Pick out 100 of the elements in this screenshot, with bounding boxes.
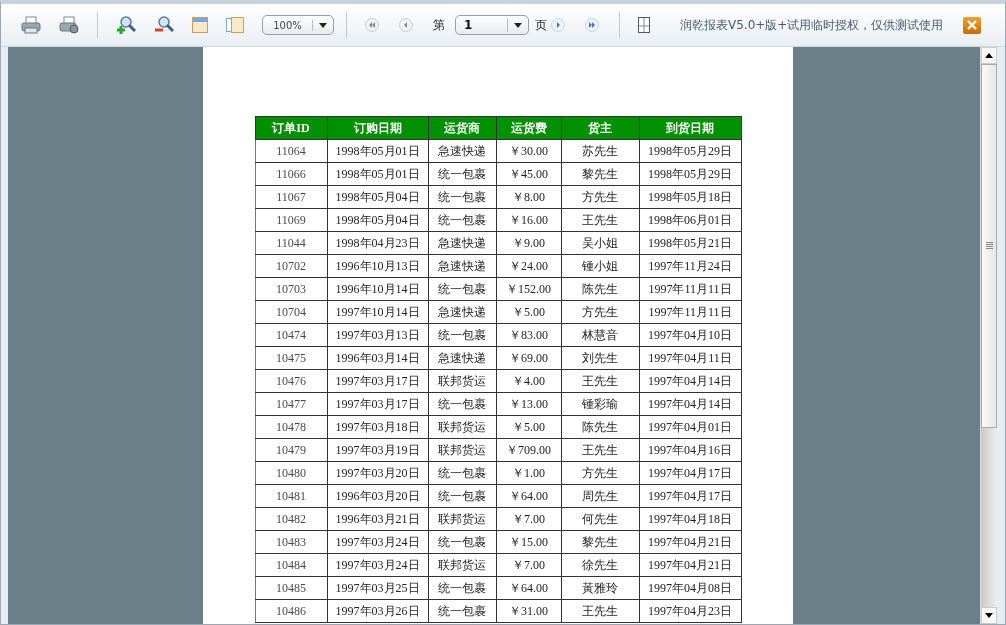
table-cell: ￥4.00: [496, 369, 561, 393]
table-cell: 11064: [255, 139, 327, 163]
table-cell: ￥45.00: [496, 162, 561, 186]
table-cell: 1998年04月23日: [327, 231, 428, 255]
printer-gear-icon[interactable]: [59, 16, 79, 34]
table-cell: 10481: [255, 484, 327, 508]
table-cell: 10483: [255, 530, 327, 554]
table-cell: 10484: [255, 553, 327, 577]
table-cell: ￥152.00: [496, 277, 561, 301]
table-cell: 1998年05月21日: [639, 231, 741, 255]
table-cell: ￥7.00: [496, 507, 561, 531]
table-cell: 1997年04月11日: [639, 346, 741, 370]
table-cell: 1997年04月21日: [639, 530, 741, 554]
table-cell: ￥30.00: [496, 139, 561, 163]
table-cell: 陈先生: [561, 415, 639, 439]
column-header: 订购日期: [327, 116, 428, 140]
table-cell: 何先生: [561, 507, 639, 531]
table-cell: 1998年05月01日: [327, 162, 428, 186]
table-cell: 统一包裹: [428, 530, 496, 554]
table-cell: 1997年11月11日: [639, 300, 741, 324]
table-cell: 10478: [255, 415, 327, 439]
table-cell: 10485: [255, 576, 327, 600]
table-cell: ￥13.00: [496, 392, 561, 416]
table-cell: 统一包裹: [428, 599, 496, 623]
table-cell: 1997年03月18日: [327, 415, 428, 439]
table-cell: 联邦货运: [428, 369, 496, 393]
next-page-icon[interactable]: [551, 18, 565, 32]
table-cell: 1997年04月01日: [639, 415, 741, 439]
column-header: 订单ID: [255, 116, 327, 140]
table-cell: 统一包裹: [428, 484, 496, 508]
table-cell: 1996年03月14日: [327, 346, 428, 370]
table-cell: 1997年04月08日: [639, 576, 741, 600]
table-cell: 1997年03月24日: [327, 553, 428, 577]
zoom-dropdown[interactable]: 100%: [262, 15, 334, 35]
table-cell: ￥83.00: [496, 323, 561, 347]
table-cell: 锺小姐: [561, 254, 639, 278]
table-cell: 统一包裹: [428, 461, 496, 485]
table-cell: ￥15.00: [496, 530, 561, 554]
table-cell: 11069: [255, 208, 327, 232]
table-cell: ￥5.00: [496, 300, 561, 324]
table-cell: 1998年05月29日: [639, 162, 741, 186]
table-cell: 1998年06月01日: [639, 208, 741, 232]
table-cell: ￥9.00: [496, 231, 561, 255]
scrollbar-thumb[interactable]: [981, 64, 997, 428]
table-cell: 统一包裹: [428, 576, 496, 600]
table-cell: 黎先生: [561, 530, 639, 554]
previous-page-icon[interactable]: [399, 18, 413, 32]
zoom-in-icon[interactable]: [116, 15, 136, 35]
table-cell: 统一包裹: [428, 392, 496, 416]
table-cell: ￥16.00: [496, 208, 561, 232]
table-cell: 1997年04月14日: [639, 392, 741, 416]
table-cell: ￥69.00: [496, 346, 561, 370]
table-cell: 1997年11月24日: [639, 254, 741, 278]
printer-icon[interactable]: [21, 16, 41, 34]
table-cell: 1997年04月21日: [639, 553, 741, 577]
table-cell: 王先生: [561, 438, 639, 462]
table-cell: 1997年03月17日: [327, 369, 428, 393]
table-cell: 王先生: [561, 599, 639, 623]
table-cell: 方先生: [561, 300, 639, 324]
table-cell: 1998年05月04日: [327, 208, 428, 232]
table-cell: 1998年05月29日: [639, 139, 741, 163]
table-cell: 急速快递: [428, 300, 496, 324]
table-cell: ￥64.00: [496, 484, 561, 508]
scroll-down-icon[interactable]: [981, 607, 997, 624]
table-cell: ￥5.00: [496, 415, 561, 439]
column-header: 运货费: [496, 116, 561, 140]
pages-icon[interactable]: [226, 17, 244, 33]
table-cell: 10474: [255, 323, 327, 347]
close-button[interactable]: [963, 16, 982, 34]
zoom-out-icon[interactable]: [154, 15, 174, 35]
table-cell: 林慧音: [561, 323, 639, 347]
table-cell: 黃雅玲: [561, 576, 639, 600]
table-cell: 10703: [255, 277, 327, 301]
table-cell: 1997年04月17日: [639, 484, 741, 508]
table-cell: 1997年03月26日: [327, 599, 428, 623]
table-cell: 统一包裹: [428, 185, 496, 209]
table-cell: 联邦货运: [428, 438, 496, 462]
table-cell: ￥709.00: [496, 438, 561, 462]
table-cell: 苏先生: [561, 139, 639, 163]
last-page-icon[interactable]: [585, 18, 599, 32]
table-cell: 黎先生: [561, 162, 639, 186]
first-page-icon[interactable]: [365, 18, 379, 32]
table-cell: 1997年03月20日: [327, 461, 428, 485]
license-notice: 润乾报表V5.0+版+试用临时授权，仅供测试使用: [680, 16, 944, 34]
page-suffix-label: 页: [535, 16, 547, 34]
table-cell: 10482: [255, 507, 327, 531]
table-cell: 1998年05月04日: [327, 185, 428, 209]
table-cell: 11044: [255, 231, 327, 255]
table-cell: ￥1.00: [496, 461, 561, 485]
table-cell: 10702: [255, 254, 327, 278]
table-cell: 联邦货运: [428, 553, 496, 577]
table-cell: 急速快递: [428, 231, 496, 255]
vertical-scrollbar[interactable]: [980, 47, 997, 624]
table-cell: 1997年04月16日: [639, 438, 741, 462]
table-cell: 周先生: [561, 484, 639, 508]
table-cell: 10476: [255, 369, 327, 393]
page-number-dropdown[interactable]: 1: [455, 15, 529, 35]
scroll-up-icon[interactable]: [981, 47, 997, 64]
document-icon[interactable]: [638, 17, 650, 33]
table-cell: 1998年05月01日: [327, 139, 428, 163]
